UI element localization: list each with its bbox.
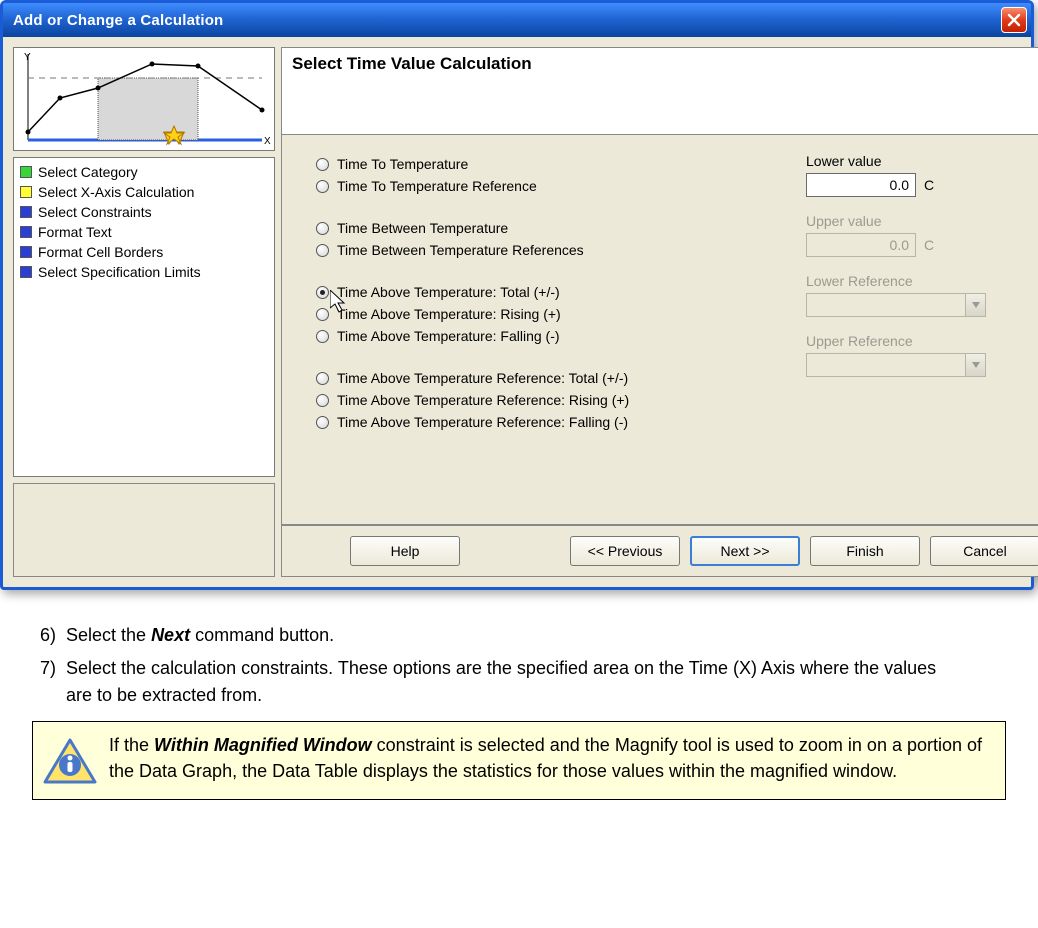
lower-value-label: Lower value bbox=[806, 153, 1026, 169]
step-label: Select Constraints bbox=[38, 204, 152, 220]
radio-label: Time Above Temperature: Rising (+) bbox=[337, 306, 561, 322]
step-swatch-icon bbox=[20, 246, 32, 258]
lower-reference-dropdown-button bbox=[966, 293, 986, 317]
wizard-step[interactable]: Select Specification Limits bbox=[20, 262, 268, 282]
radio-icon bbox=[316, 330, 329, 343]
panel-header: Select Time Value Calculation bbox=[281, 47, 1038, 134]
radio-icon bbox=[316, 222, 329, 235]
radio-option[interactable]: Time Between Temperature bbox=[316, 217, 746, 239]
dialog-window: Add or Change a Calculation Y X bbox=[0, 0, 1034, 590]
doc-step-text: Select the Next command button. bbox=[66, 622, 1016, 649]
close-button[interactable] bbox=[1001, 7, 1027, 33]
lower-value-unit: C bbox=[924, 177, 934, 193]
empty-panel bbox=[13, 483, 275, 577]
preview-graph: Y X bbox=[13, 47, 275, 151]
note-box: If the Within Magnified Window constrain… bbox=[32, 721, 1006, 800]
wizard-step[interactable]: Select X-Axis Calculation bbox=[20, 182, 268, 202]
radio-icon bbox=[316, 372, 329, 385]
wizard-step[interactable]: Select Constraints bbox=[20, 202, 268, 222]
radio-label: Time Above Temperature: Total (+/-) bbox=[337, 284, 560, 300]
info-icon bbox=[43, 732, 97, 789]
previous-button[interactable]: << Previous bbox=[570, 536, 680, 566]
radio-label: Time Between Temperature References bbox=[337, 242, 584, 258]
radio-label: Time Above Temperature Reference: Fallin… bbox=[337, 414, 628, 430]
upper-reference-combo bbox=[806, 353, 966, 377]
radio-label: Time Above Temperature: Falling (-) bbox=[337, 328, 560, 344]
cancel-button[interactable]: Cancel bbox=[930, 536, 1038, 566]
wizard-step[interactable]: Format Cell Borders bbox=[20, 242, 268, 262]
radio-icon bbox=[316, 308, 329, 321]
step-label: Format Cell Borders bbox=[38, 244, 163, 260]
lower-reference-combo bbox=[806, 293, 966, 317]
panel-heading: Select Time Value Calculation bbox=[292, 54, 1038, 74]
radio-option[interactable]: Time Above Temperature Reference: Total … bbox=[316, 367, 746, 389]
finish-button[interactable]: Finish bbox=[810, 536, 920, 566]
lower-reference-label: Lower Reference bbox=[806, 273, 1026, 289]
radio-option[interactable]: Time Above Temperature Reference: Fallin… bbox=[316, 411, 746, 433]
doc-step: 6)Select the Next command button. bbox=[22, 622, 1016, 649]
radio-label: Time To Temperature bbox=[337, 156, 468, 172]
radio-icon bbox=[316, 158, 329, 171]
wizard-step[interactable]: Format Text bbox=[20, 222, 268, 242]
radio-option[interactable]: Time Above Temperature: Falling (-) bbox=[316, 325, 746, 347]
step-label: Select Specification Limits bbox=[38, 264, 201, 280]
chevron-down-icon bbox=[972, 302, 980, 308]
radio-label: Time To Temperature Reference bbox=[337, 178, 537, 194]
radio-icon bbox=[316, 394, 329, 407]
step-swatch-icon bbox=[20, 226, 32, 238]
radio-option[interactable]: Time Above Temperature: Rising (+) bbox=[316, 303, 746, 325]
doc-step: 7)Select the calculation constraints. Th… bbox=[22, 655, 1016, 709]
svg-text:X: X bbox=[264, 136, 271, 147]
wizard-step[interactable]: Select Category bbox=[20, 162, 268, 182]
step-label: Select X-Axis Calculation bbox=[38, 184, 194, 200]
radio-option[interactable]: Time Between Temperature References bbox=[316, 239, 746, 261]
radio-label: Time Above Temperature Reference: Rising… bbox=[337, 392, 629, 408]
radio-icon bbox=[316, 416, 329, 429]
doc-step-number: 7) bbox=[22, 655, 66, 709]
radio-label: Time Above Temperature Reference: Total … bbox=[337, 370, 628, 386]
doc-step-number: 6) bbox=[22, 622, 66, 649]
doc-step-text: Select the calculation constraints. Thes… bbox=[66, 655, 1016, 709]
options-area: Time To Temperature Time To Temperature R… bbox=[281, 134, 1038, 525]
radio-option[interactable]: Time To Temperature Reference bbox=[316, 175, 746, 197]
note-text: If the Within Magnified Window constrain… bbox=[109, 732, 991, 784]
svg-text:Y: Y bbox=[24, 52, 31, 63]
close-icon bbox=[1007, 13, 1021, 27]
titlebar: Add or Change a Calculation bbox=[3, 3, 1031, 37]
chevron-down-icon bbox=[972, 362, 980, 368]
next-button[interactable]: Next >> bbox=[690, 536, 800, 566]
wizard-steps: Select Category Select X-Axis Calculation… bbox=[13, 157, 275, 477]
window-title: Add or Change a Calculation bbox=[13, 12, 223, 29]
radio-icon bbox=[316, 286, 329, 299]
step-label: Select Category bbox=[38, 164, 138, 180]
step-swatch-icon bbox=[20, 166, 32, 178]
radio-label: Time Between Temperature bbox=[337, 220, 508, 236]
step-swatch-icon bbox=[20, 266, 32, 278]
radio-icon bbox=[316, 244, 329, 257]
upper-value-input: 0.0 bbox=[806, 233, 916, 257]
upper-reference-dropdown-button bbox=[966, 353, 986, 377]
upper-reference-label: Upper Reference bbox=[806, 333, 1026, 349]
document-instructions: 6)Select the Next command button.7)Selec… bbox=[0, 608, 1038, 830]
radio-option[interactable]: Time To Temperature bbox=[316, 153, 746, 175]
help-button[interactable]: Help bbox=[350, 536, 460, 566]
radio-option[interactable]: Time Above Temperature: Total (+/-) bbox=[316, 281, 746, 303]
upper-value-unit: C bbox=[924, 237, 934, 253]
radio-option[interactable]: Time Above Temperature Reference: Rising… bbox=[316, 389, 746, 411]
radio-icon bbox=[316, 180, 329, 193]
step-label: Format Text bbox=[38, 224, 112, 240]
lower-value-input[interactable]: 0.0 bbox=[806, 173, 916, 197]
button-bar: Help << Previous Next >> Finish Cancel bbox=[281, 525, 1038, 577]
upper-value-label: Upper value bbox=[806, 213, 1026, 229]
step-swatch-icon bbox=[20, 186, 32, 198]
step-swatch-icon bbox=[20, 206, 32, 218]
